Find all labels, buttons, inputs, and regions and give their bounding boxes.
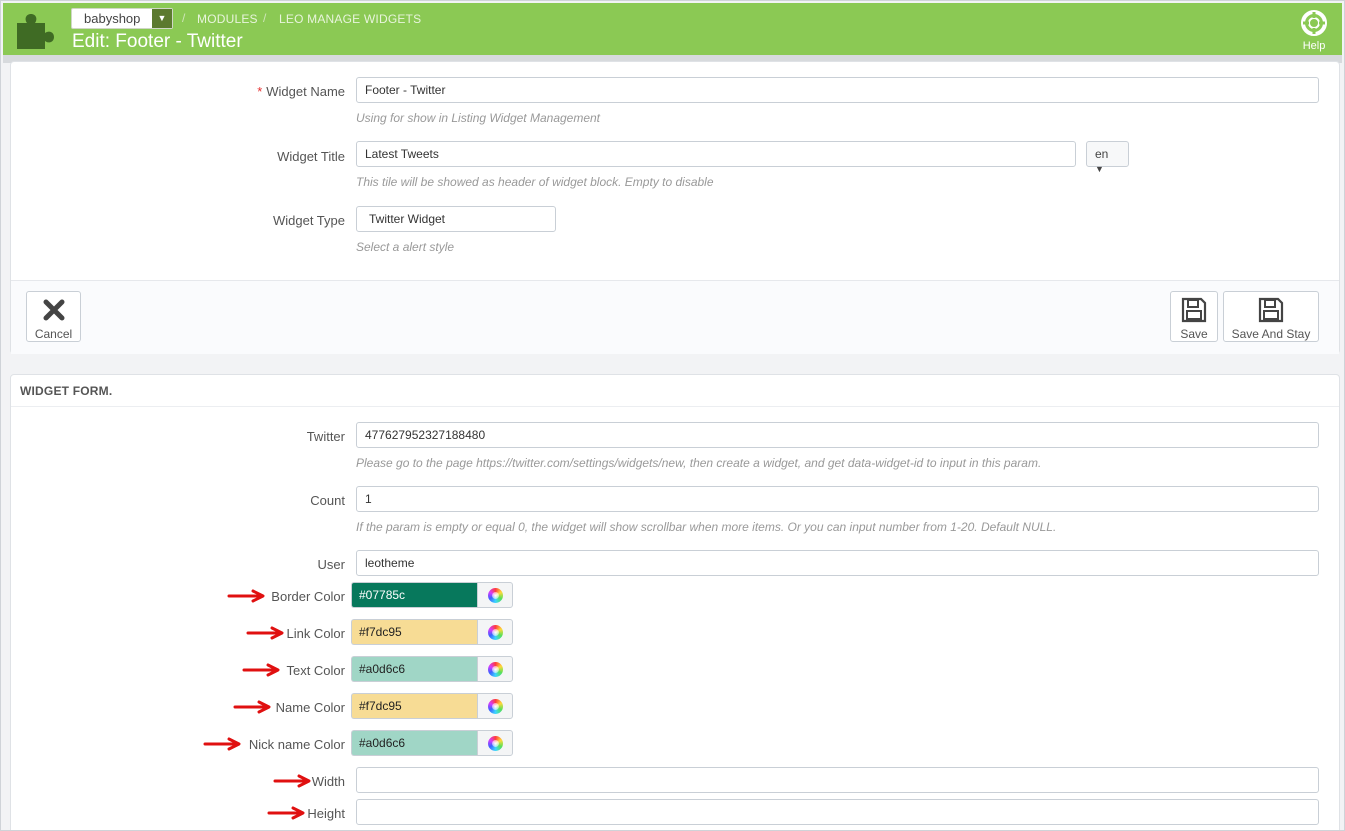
section-divider	[11, 406, 1339, 407]
required-marker: *	[257, 84, 263, 99]
color-wheel-icon	[488, 699, 503, 714]
widget-name-label-text: Widget Name	[266, 84, 345, 99]
red-arrow-icon	[233, 700, 271, 714]
caret-down-icon: ▼	[1095, 164, 1104, 174]
user-label: User	[317, 557, 345, 572]
help-button[interactable]: Help	[1294, 9, 1334, 52]
color-wheel-icon	[488, 736, 503, 751]
red-arrow-icon	[203, 737, 241, 751]
count-input[interactable]: 1	[356, 486, 1319, 512]
red-arrow-icon	[273, 774, 311, 788]
shop-selector-value: babyshop	[84, 11, 141, 26]
color-wheel-icon	[488, 625, 503, 640]
breadcrumb-leo-manage-widgets[interactable]: LEO MANAGE WIDGETS	[279, 12, 421, 26]
color-picker-button[interactable]	[477, 582, 513, 608]
red-arrow-icon	[242, 663, 280, 677]
cancel-button[interactable]: Cancel	[26, 291, 81, 342]
twitter-help: Please go to the page https://twitter.co…	[356, 456, 1042, 470]
widget-type-label: Widget Type	[272, 213, 345, 228]
red-arrow-icon	[267, 806, 305, 820]
color-picker-button[interactable]	[477, 693, 513, 719]
save-and-stay-label: Save And Stay	[1231, 327, 1311, 341]
count-help: If the param is empty or equal 0, the wi…	[356, 520, 1057, 534]
save-and-stay-button[interactable]: Save And Stay	[1223, 291, 1319, 342]
widget-type-field[interactable]: Twitter Widget	[356, 206, 556, 232]
color-picker-button[interactable]	[477, 619, 513, 645]
breadcrumb-separator: /	[182, 11, 186, 25]
top-header: babyshop ▼ / MODULES / LEO MANAGE WIDGET…	[3, 3, 1342, 55]
save-icon	[1258, 297, 1284, 323]
widget-title-label: Widget Title	[277, 149, 345, 164]
language-selector-value: en	[1095, 147, 1109, 161]
chevron-down-icon: ▼	[152, 9, 172, 28]
page-title: Edit: Footer - Twitter	[72, 31, 243, 52]
color-picker-field: #f7dc95	[351, 619, 513, 645]
section-title: WIDGET FORM.	[20, 384, 113, 398]
color-value-input[interactable]: #07785c	[351, 582, 477, 608]
page-frame: babyshop ▼ / MODULES / LEO MANAGE WIDGET…	[0, 0, 1345, 831]
help-label: Help	[1302, 40, 1326, 52]
breadcrumb-separator: /	[263, 11, 267, 25]
height-label: Height	[307, 806, 345, 821]
color-value-input[interactable]: #f7dc95	[351, 619, 477, 645]
user-input[interactable]: leotheme	[356, 550, 1319, 576]
widget-name-input[interactable]: Footer - Twitter	[356, 77, 1319, 103]
language-selector[interactable]: en ▼	[1086, 141, 1129, 174]
color-field-label: Nick name Color	[248, 737, 345, 752]
save-button[interactable]: Save	[1170, 291, 1218, 342]
lifebuoy-icon	[1301, 10, 1327, 36]
widget-name-label: * Widget Name	[151, 84, 345, 99]
close-icon	[43, 299, 64, 321]
color-wheel-icon	[488, 588, 503, 603]
width-input[interactable]	[356, 767, 1319, 793]
twitter-id-input[interactable]: 477627952327188480	[356, 422, 1319, 448]
color-picker-field: #f7dc95	[351, 693, 513, 719]
color-value-input[interactable]: #f7dc95	[351, 693, 477, 719]
red-arrow-icon	[227, 589, 265, 603]
color-picker-button[interactable]	[477, 656, 513, 682]
widget-type-help: Select a alert style	[356, 240, 455, 254]
general-panel	[10, 61, 1340, 354]
widget-name-help: Using for show in Listing Widget Managem…	[356, 111, 601, 125]
color-picker-field: #a0d6c6	[351, 656, 513, 682]
height-input[interactable]	[356, 799, 1319, 825]
color-picker-field: #07785c	[351, 582, 513, 608]
module-puzzle-icon	[17, 14, 54, 49]
widget-title-help: This tile will be showed as header of wi…	[356, 175, 714, 189]
red-arrow-icon	[246, 626, 284, 640]
color-wheel-icon	[488, 662, 503, 677]
widget-title-input[interactable]: Latest Tweets	[356, 141, 1076, 167]
width-label: Width	[311, 774, 345, 789]
count-label: Count	[310, 493, 345, 508]
shop-selector[interactable]: babyshop ▼	[71, 8, 173, 29]
twitter-label: Twitter	[306, 429, 345, 444]
panel-footer	[11, 280, 1339, 354]
save-label: Save	[1180, 327, 1208, 341]
cancel-label: Cancel	[34, 327, 73, 341]
color-picker-field: #a0d6c6	[351, 730, 513, 756]
color-value-input[interactable]: #a0d6c6	[351, 730, 477, 756]
color-picker-button[interactable]	[477, 730, 513, 756]
save-icon	[1181, 297, 1207, 323]
color-value-input[interactable]: #a0d6c6	[351, 656, 477, 682]
breadcrumb-modules[interactable]: MODULES	[197, 12, 258, 26]
